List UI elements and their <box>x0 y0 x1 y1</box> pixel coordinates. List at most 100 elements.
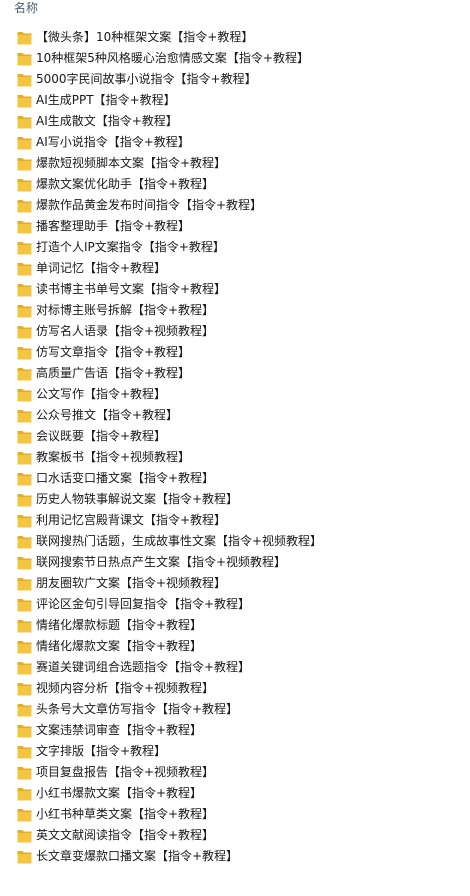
folder-name: 情绪化爆款标题【指令+教程】 <box>36 618 203 632</box>
folder-icon <box>17 323 32 339</box>
folder-name: 打造个人IP文案指令【指令+教程】 <box>36 240 225 254</box>
folder-name: 教案板书【指令+视频教程】 <box>36 450 191 464</box>
folder-item[interactable]: 爆款短视频脚本文案【指令+教程】 <box>0 153 470 174</box>
folder-item[interactable]: 5000字民间故事小说指令【指令+教程】 <box>0 69 470 90</box>
folder-item[interactable]: 评论区金句引导回复指令【指令+教程】 <box>0 594 470 615</box>
folder-item[interactable]: 头条号大文章仿写指令【指令+教程】 <box>0 699 470 720</box>
folder-item[interactable]: 播客整理助手【指令+教程】 <box>0 216 470 237</box>
folder-icon <box>17 722 32 738</box>
folder-item[interactable]: 长文章变爆款口播文案【指令+教程】 <box>0 846 470 867</box>
folder-item[interactable]: 联网搜索节日热点产生文案【指令+视频教程】 <box>0 552 470 573</box>
folder-icon <box>17 575 32 591</box>
folder-icon <box>17 218 32 234</box>
folder-item[interactable]: AI生成PPT【指令+教程】 <box>0 90 470 111</box>
folder-icon <box>17 491 32 507</box>
folder-item[interactable]: 赛道关键词组合选题指令【指令+教程】 <box>0 657 470 678</box>
folder-icon <box>17 134 32 150</box>
folder-item[interactable]: 仿写名人语录【指令+视频教程】 <box>0 321 470 342</box>
folder-item[interactable]: AI生成散文【指令+教程】 <box>0 111 470 132</box>
folder-item[interactable]: 仿写文章指令【指令+教程】 <box>0 342 470 363</box>
folder-item[interactable]: 情绪化爆款文案【指令+教程】 <box>0 636 470 657</box>
folder-item[interactable]: 情绪化爆款标题【指令+教程】 <box>0 615 470 636</box>
folder-item[interactable]: 高质量广告语【指令+教程】 <box>0 363 470 384</box>
folder-name: 情绪化爆款文案【指令+教程】 <box>36 639 203 653</box>
folder-name: 评论区金句引导回复指令【指令+教程】 <box>36 597 251 611</box>
folder-icon <box>17 50 32 66</box>
folder-item[interactable]: 10种框架5种风格暖心治愈情感文案【指令+教程】 <box>0 48 470 69</box>
folder-name: 读书博主书单号文案【指令+教程】 <box>36 282 227 296</box>
folder-item[interactable]: 英文文献阅读指令【指令+教程】 <box>0 825 470 846</box>
folder-item[interactable]: 文案违禁词审查【指令+教程】 <box>0 720 470 741</box>
folder-item[interactable]: 单词记忆【指令+教程】 <box>0 258 470 279</box>
folder-item[interactable]: 项目复盘报告【指令+视频教程】 <box>0 762 470 783</box>
folder-icon <box>17 617 32 633</box>
folder-icon <box>17 29 32 45</box>
folder-name: 公众号推文【指令+教程】 <box>36 408 179 422</box>
folder-name: 5000字民间故事小说指令【指令+教程】 <box>36 72 257 86</box>
folder-item[interactable]: 朋友圈软广文案【指令+视频教程】 <box>0 573 470 594</box>
folder-name: 播客整理助手【指令+教程】 <box>36 219 191 233</box>
folder-name: 爆款短视频脚本文案【指令+教程】 <box>36 156 227 170</box>
folder-name: 文案违禁词审查【指令+教程】 <box>36 723 203 737</box>
folder-name: 项目复盘报告【指令+视频教程】 <box>36 765 215 779</box>
folder-name: 爆款文案优化助手【指令+教程】 <box>36 177 215 191</box>
folder-name: 联网搜索节日热点产生文案【指令+视频教程】 <box>36 555 287 569</box>
folder-item[interactable]: 会议既要【指令+教程】 <box>0 426 470 447</box>
folder-item[interactable]: 公文写作【指令+教程】 <box>0 384 470 405</box>
folder-name: 单词记忆【指令+教程】 <box>36 261 167 275</box>
folder-icon <box>17 197 32 213</box>
folder-item[interactable]: AI写小说指令【指令+教程】 <box>0 132 470 153</box>
folder-name: 会议既要【指令+教程】 <box>36 429 167 443</box>
folder-icon <box>17 785 32 801</box>
folder-name: 利用记忆宫殿背课文【指令+教程】 <box>36 513 227 527</box>
folder-icon <box>17 596 32 612</box>
folder-name: 【微头条】10种框架文案【指令+教程】 <box>36 30 254 44</box>
folder-item[interactable]: 对标博主账号拆解【指令+教程】 <box>0 300 470 321</box>
folder-item[interactable]: 小红书种草类文案【指令+教程】 <box>0 804 470 825</box>
folder-name: 小红书爆款文案【指令+教程】 <box>36 786 203 800</box>
folder-icon <box>17 260 32 276</box>
folder-icon <box>17 659 32 675</box>
folder-item[interactable]: 读书博主书单号文案【指令+教程】 <box>0 279 470 300</box>
folder-name: 头条号大文章仿写指令【指令+教程】 <box>36 702 239 716</box>
folder-icon <box>17 533 32 549</box>
folder-icon <box>17 743 32 759</box>
folder-icon <box>17 113 32 129</box>
folder-name: AI写小说指令【指令+教程】 <box>36 135 190 149</box>
folder-icon <box>17 155 32 171</box>
folder-name: 英文文献阅读指令【指令+教程】 <box>36 828 215 842</box>
folder-item[interactable]: 口水话变口播文案【指令+教程】 <box>0 468 470 489</box>
folder-name: 仿写名人语录【指令+视频教程】 <box>36 324 215 338</box>
folder-icon <box>17 71 32 87</box>
folder-icon <box>17 344 32 360</box>
folder-name: 对标博主账号拆解【指令+教程】 <box>36 303 215 317</box>
folder-name: 仿写文章指令【指令+教程】 <box>36 345 191 359</box>
folder-item[interactable]: 打造个人IP文案指令【指令+教程】 <box>0 237 470 258</box>
folder-icon <box>17 554 32 570</box>
folder-item[interactable]: 视频内容分析【指令+视频教程】 <box>0 678 470 699</box>
folder-item[interactable]: 【微头条】10种框架文案【指令+教程】 <box>0 27 470 48</box>
folder-name: 10种框架5种风格暖心治愈情感文案【指令+教程】 <box>36 51 309 65</box>
folder-name: 高质量广告语【指令+教程】 <box>36 366 191 380</box>
folder-item[interactable]: 联网搜热门话题，生成故事性文案【指令+视频教程】 <box>0 531 470 552</box>
column-header[interactable]: 名称 <box>0 0 470 22</box>
folder-item[interactable]: 教案板书【指令+视频教程】 <box>0 447 470 468</box>
folder-item[interactable]: 利用记忆宫殿背课文【指令+教程】 <box>0 510 470 531</box>
folder-icon <box>17 239 32 255</box>
folder-item[interactable]: 文字排版【指令+教程】 <box>0 741 470 762</box>
folder-item[interactable]: 公众号推文【指令+教程】 <box>0 405 470 426</box>
name-column-header[interactable]: 名称 <box>14 0 38 16</box>
folder-icon <box>17 848 32 864</box>
folder-name: 文字排版【指令+教程】 <box>36 744 167 758</box>
folder-item[interactable]: 爆款文案优化助手【指令+教程】 <box>0 174 470 195</box>
folder-icon <box>17 827 32 843</box>
folder-item[interactable]: 历史人物轶事解说文案【指令+教程】 <box>0 489 470 510</box>
folder-icon <box>17 176 32 192</box>
folder-icon <box>17 638 32 654</box>
folder-item[interactable]: 爆款作品黄金发布时间指令【指令+教程】 <box>0 195 470 216</box>
folder-name: 公文写作【指令+教程】 <box>36 387 167 401</box>
folder-name: AI生成PPT【指令+教程】 <box>36 93 176 107</box>
folder-icon <box>17 386 32 402</box>
folder-item[interactable]: 小红书爆款文案【指令+教程】 <box>0 783 470 804</box>
folder-icon <box>17 365 32 381</box>
